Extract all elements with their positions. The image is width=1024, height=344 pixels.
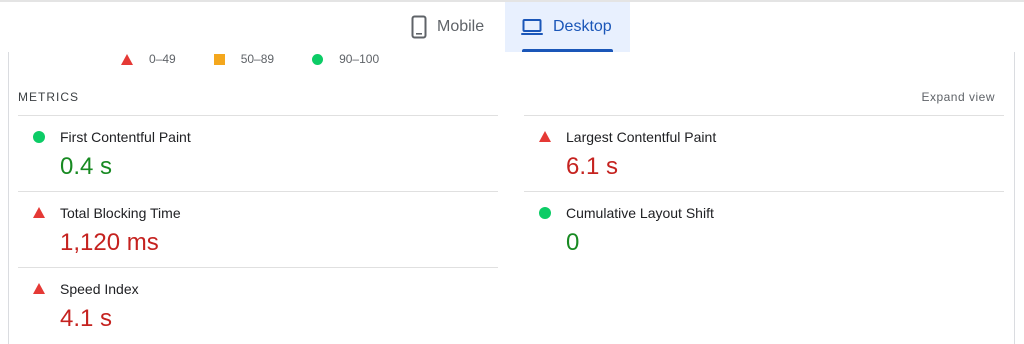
legend-range: 0–49 [149,52,176,66]
laptop-icon [521,18,543,36]
legend-item-good: 90–100 [312,52,379,66]
metric-label: Cumulative Layout Shift [566,205,714,221]
legend-item-poor: 0–49 [121,52,176,66]
metric-label: Largest Contentful Paint [566,129,717,145]
metrics-heading: METRICS [18,90,79,104]
metrics-panel: 0–49 50–89 90–100 METRICS Expand view Fi… [8,52,1015,344]
legend-range: 50–89 [240,52,275,66]
triangle-icon [121,53,133,65]
expand-view-toggle[interactable]: Expand view [921,90,995,104]
metric-total-blocking-time: Total Blocking Time 1,120 ms [18,191,498,267]
metric-value: 0 [566,229,580,256]
legend-item-average: 50–89 [213,52,275,66]
square-icon [213,53,225,65]
triangle-icon [539,131,551,142]
score-legend: 0–49 50–89 90–100 [121,52,417,66]
tab-desktop[interactable]: Desktop [505,2,630,52]
triangle-icon [33,283,45,294]
circle-icon [33,131,45,143]
metric-label: First Contentful Paint [60,129,191,145]
metric-first-contentful-paint: First Contentful Paint 0.4 s [18,115,498,191]
metric-cumulative-layout-shift: Cumulative Layout Shift 0 [524,191,1004,267]
phone-icon [411,15,427,39]
metric-value: 4.1 s [60,305,113,332]
legend-range: 90–100 [339,52,380,66]
metric-value: 0.4 s [60,153,113,180]
circle-icon [312,53,324,65]
device-tabs: Mobile Desktop [395,2,630,52]
metric-value: 6.1 s [566,153,619,180]
metric-speed-index: Speed Index 4.1 s [18,267,498,343]
metric-largest-contentful-paint: Largest Contentful Paint 6.1 s [524,115,1004,191]
tab-desktop-label: Desktop [553,18,612,35]
metric-label: Total Blocking Time [60,205,181,221]
metric-value: 1,120 ms [60,229,159,256]
tab-mobile[interactable]: Mobile [395,2,505,52]
metric-label: Speed Index [60,281,139,297]
tab-mobile-label: Mobile [437,18,485,35]
triangle-icon [33,207,45,218]
circle-icon [539,207,551,219]
